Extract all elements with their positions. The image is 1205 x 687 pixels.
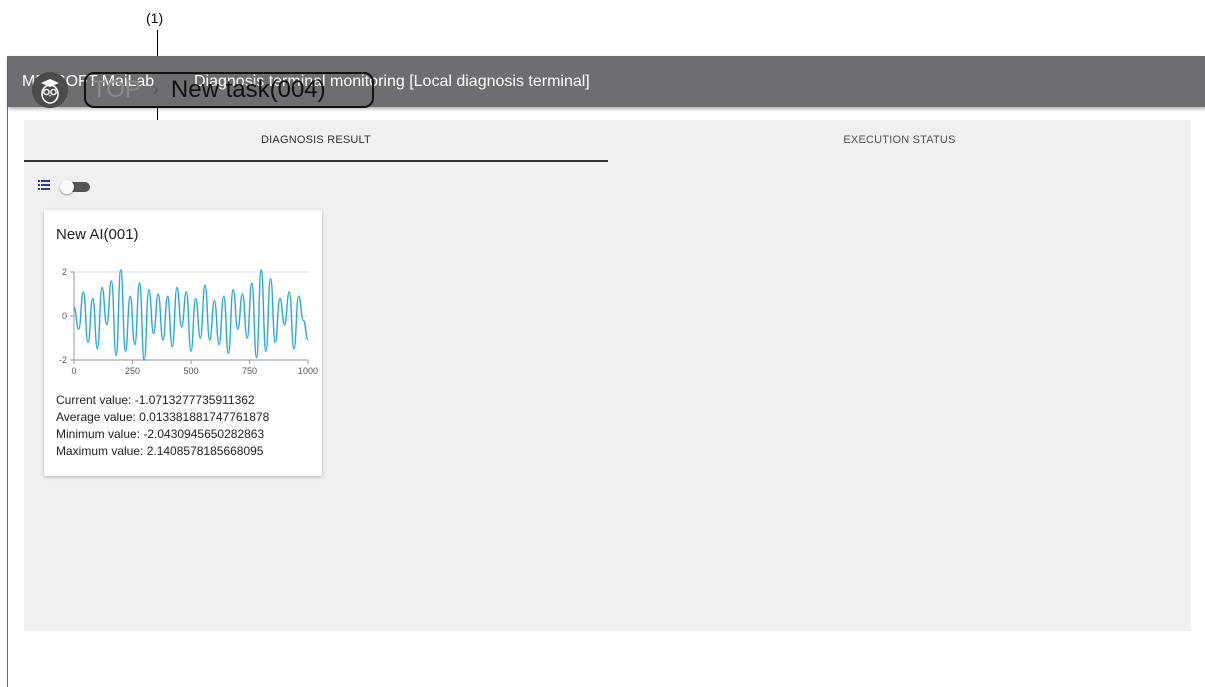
x-tick-label: 250: [125, 366, 140, 376]
y-tick-label: 2: [62, 267, 67, 277]
current-value: Current value: -1.0713277735911362: [56, 393, 255, 407]
breadcrumb-current: New task(004): [170, 76, 326, 103]
stats-block: Current value: -1.0713277735911362 Avera…: [56, 392, 269, 460]
ai-result-card[interactable]: New AI(001) 2 0 -2 0 250 500 750 1000 Current v…: [44, 210, 322, 476]
tab-diagnosis-result[interactable]: DIAGNOSIS RESULT: [24, 120, 608, 162]
y-tick-label: -2: [59, 355, 67, 365]
owl-avatar-icon[interactable]: [32, 72, 68, 108]
main-content: DIAGNOSIS RESULT EXECUTION STATUS New AI…: [24, 120, 1191, 631]
minimum-value: Minimum value: -2.0430945650282863: [56, 427, 265, 441]
x-tick-label: 1000: [298, 366, 318, 376]
view-toggle-switch[interactable]: [60, 180, 94, 194]
card-title: New AI(001): [56, 226, 139, 243]
average-value: Average value: 0.013381881747761878: [56, 410, 270, 424]
callout-label: (1): [146, 10, 164, 26]
chevron-right-icon: ›: [152, 79, 159, 99]
x-tick-label: 500: [183, 366, 198, 376]
list-view-icon[interactable]: [38, 180, 50, 190]
series-line: [73, 269, 309, 361]
tab-execution-status[interactable]: EXECUTION STATUS: [608, 120, 1191, 160]
y-tick-label: 0: [62, 311, 67, 321]
x-tick-label: 750: [242, 366, 257, 376]
maximum-value: Maximum value: 2.1408578185668095: [56, 444, 264, 458]
toggle-knob: [60, 180, 74, 194]
x-tick-label: 0: [71, 366, 76, 376]
breadcrumb: TOP › New task(004): [92, 75, 326, 106]
breadcrumb-top-link[interactable]: TOP: [92, 76, 141, 103]
waveform-chart: 2 0 -2 0 250 500 750 1000: [59, 267, 318, 376]
